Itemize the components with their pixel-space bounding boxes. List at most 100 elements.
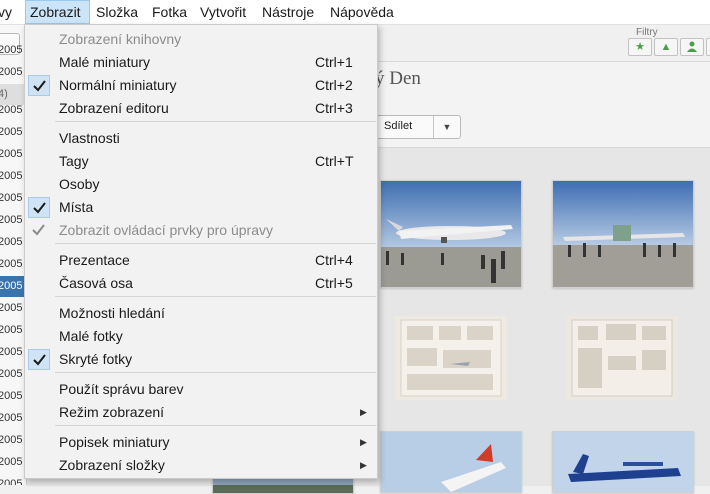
menu-item-shortcut: Ctrl+4 <box>315 252 353 268</box>
menu-item[interactable]: Popisek miniatury ▶ <box>26 431 376 454</box>
display-board-photo-1 <box>395 316 507 400</box>
menu-item[interactable]: Prezentace Ctrl+4 <box>26 249 376 272</box>
menu-item-label: Zobrazení složky <box>59 457 165 473</box>
crowd-photo <box>213 479 353 493</box>
menu-separator <box>55 425 376 426</box>
menu-item-label: Možnosti hledání <box>59 305 165 321</box>
menu-item: Zobrazit ovládací prvky pro úpravy <box>26 219 376 242</box>
sidebar-folder-row[interactable]: 2005 <box>0 62 26 83</box>
filters-label: Filtry <box>636 27 658 38</box>
menu-item-shortcut: Ctrl+2 <box>315 77 353 93</box>
menu-photo[interactable]: Fotka <box>148 0 191 24</box>
sidebar-folder-row[interactable]: 2005 <box>0 430 26 451</box>
menu-item[interactable]: Režim zobrazení ▶ <box>26 401 376 424</box>
photo-thumbnail[interactable] <box>380 180 522 288</box>
menu-item[interactable]: Tagy Ctrl+T <box>26 150 376 173</box>
checkmark-icon <box>28 75 50 96</box>
share-dropdown-arrow-icon[interactable]: ▼ <box>433 116 460 138</box>
menu-item-label: Zobrazit ovládací prvky pro úpravy <box>59 222 273 238</box>
menu-item[interactable]: Zobrazení složky ▶ <box>26 454 376 477</box>
album-title: ý Den <box>375 68 421 89</box>
menu-item-label: Malé miniatury <box>59 54 151 70</box>
menu-item-label: Skryté fotky <box>59 351 133 367</box>
menu-item[interactable]: Normální miniatury Ctrl+2 <box>26 74 376 97</box>
menu-item-label: Zobrazení editoru <box>59 100 169 116</box>
menu-item[interactable]: Použít správu barev <box>26 378 376 401</box>
checkmark-icon <box>28 197 50 218</box>
menu-item-label: Vlastnosti <box>59 130 120 146</box>
share-button[interactable]: Sdílet ▼ <box>371 115 461 139</box>
menu-item[interactable]: Malé miniatury Ctrl+1 <box>26 51 376 74</box>
folder-sidebar: 200520054)200520052005200520052005200520… <box>0 25 27 485</box>
menu-item-label: Režim zobrazení <box>59 404 165 420</box>
filter-upload-icon[interactable]: ▲ <box>654 38 678 56</box>
menu-separator <box>55 372 376 373</box>
menu-item[interactable]: Skryté fotky <box>26 348 376 371</box>
menu-item-label: Malé fotky <box>59 328 123 344</box>
menu-item[interactable]: Zobrazení editoru Ctrl+3 <box>26 97 376 120</box>
menu-file[interactable]: vy <box>0 0 16 24</box>
sidebar-folder-row[interactable]: 2005 <box>0 232 26 253</box>
menu-item-label: Místa <box>59 199 94 215</box>
menu-item-label: Časová osa <box>59 275 133 291</box>
menu-help[interactable]: Nápověda <box>326 0 398 24</box>
photo-thumbnail-hidden[interactable] <box>395 316 507 400</box>
share-label: Sdílet <box>384 120 413 132</box>
sidebar-folder-row[interactable]: 2005 <box>0 144 26 165</box>
photo-thumbnail[interactable] <box>552 180 694 288</box>
menu-item-label: Osoby <box>59 176 100 192</box>
sidebar-folder-row[interactable]: 2005 <box>0 188 26 209</box>
menu-item: Zobrazení knihovny <box>26 28 376 51</box>
sidebar-folder-row[interactable]: 2005 <box>0 276 26 297</box>
menu-bar: vy Zobrazit Složka Fotka Vytvořit Nástro… <box>0 0 710 25</box>
photo-thumbnail[interactable] <box>552 431 694 493</box>
menu-item-label: Popisek miniatury <box>59 434 170 450</box>
sidebar-folder-row[interactable]: 2005 <box>0 342 26 363</box>
sidebar-folder-row[interactable]: 2005 <box>0 298 26 319</box>
menu-separator <box>55 243 376 244</box>
sidebar-folder-row[interactable]: 2005 <box>0 122 26 143</box>
filter-more-button[interactable] <box>706 38 710 56</box>
menu-item[interactable]: Osoby <box>26 173 376 196</box>
sidebar-folder-row[interactable]: 2005 <box>0 408 26 429</box>
sidebar-folder-row[interactable]: 2005 <box>0 40 26 61</box>
menu-separator <box>55 296 376 297</box>
menu-tools[interactable]: Nástroje <box>258 0 318 24</box>
sidebar-folder-row[interactable]: 2005 <box>0 320 26 341</box>
filter-person-icon[interactable] <box>680 38 704 56</box>
menu-item[interactable]: Možnosti hledání <box>26 302 376 325</box>
airshow-photo-2 <box>553 181 693 287</box>
sidebar-folder-row[interactable]: 2005 <box>0 210 26 231</box>
menu-item-shortcut: Ctrl+1 <box>315 54 353 70</box>
view-menu-dropdown: Zobrazení knihovny Malé miniatury Ctrl+1 No… <box>24 24 378 479</box>
submenu-arrow-icon: ▶ <box>360 460 367 470</box>
blue-aircraft-photo <box>553 432 693 492</box>
sidebar-folder-row[interactable]: 2005 <box>0 364 26 385</box>
sidebar-folder-row[interactable]: 2005 <box>0 166 26 187</box>
menu-item[interactable]: Časová osa Ctrl+5 <box>26 272 376 295</box>
menu-item[interactable]: Vlastnosti <box>26 127 376 150</box>
menu-item[interactable]: Místa <box>26 196 376 219</box>
menu-item-shortcut: Ctrl+T <box>315 153 354 169</box>
photo-thumbnail[interactable] <box>380 431 522 493</box>
menu-item-label: Zobrazení knihovny <box>59 31 182 47</box>
checkmark-icon <box>28 220 50 241</box>
sidebar-folder-row[interactable]: 2005 <box>0 254 26 275</box>
sidebar-folder-row[interactable]: 2005 <box>0 452 26 473</box>
sidebar-folder-row[interactable]: 2005 <box>0 474 26 485</box>
submenu-arrow-icon: ▶ <box>360 437 367 447</box>
menu-create[interactable]: Vytvořit <box>196 0 250 24</box>
menu-item-label: Použít správu barev <box>59 381 184 397</box>
menu-item-label: Normální miniatury <box>59 77 177 93</box>
menu-view[interactable]: Zobrazit <box>25 0 90 24</box>
photo-thumbnail-hidden[interactable] <box>566 316 678 400</box>
menu-folder[interactable]: Složka <box>92 0 142 24</box>
filter-star-icon[interactable]: ★ <box>628 38 652 56</box>
sidebar-folder-row[interactable]: 2005 <box>0 100 26 121</box>
menu-item-label: Tagy <box>59 153 89 169</box>
sidebar-folder-row[interactable]: 2005 <box>0 386 26 407</box>
menu-item[interactable]: Malé fotky <box>26 325 376 348</box>
menu-item-shortcut: Ctrl+5 <box>315 275 353 291</box>
photo-thumbnail[interactable] <box>212 478 354 494</box>
display-board-photo-2 <box>566 316 678 400</box>
